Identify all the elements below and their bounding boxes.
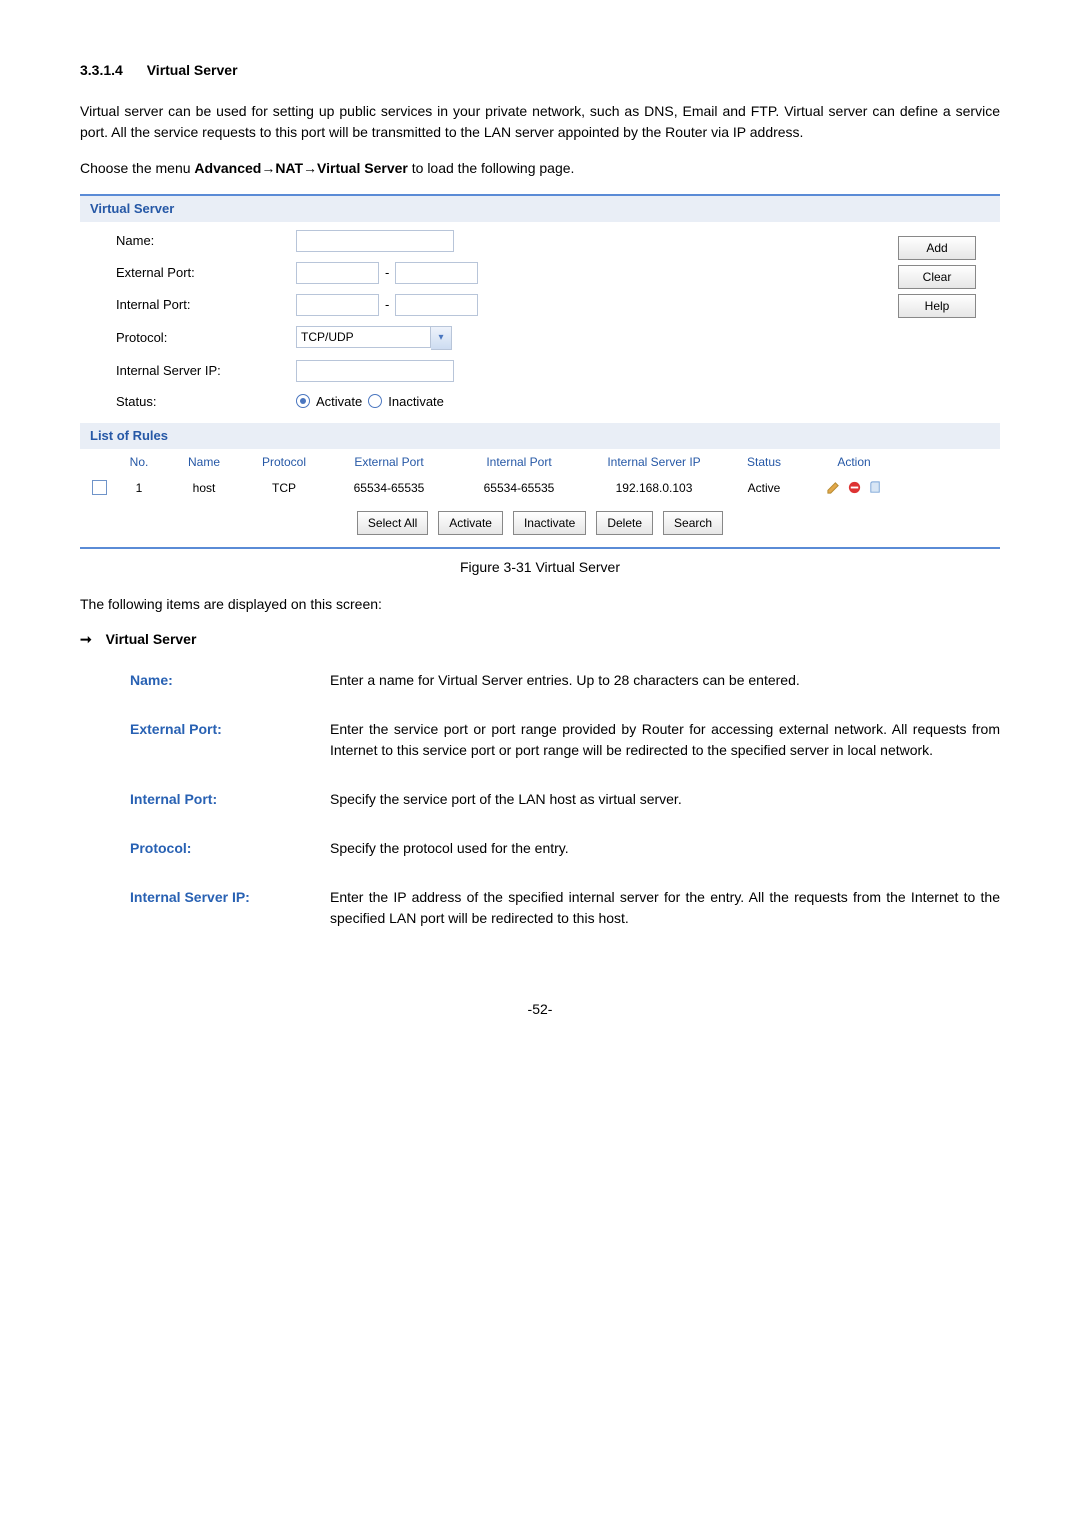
col-status: Status [724,453,804,471]
panel-title: Virtual Server [80,196,1000,222]
def-name-term: Name: [130,670,330,691]
col-external-port: External Port [324,453,454,471]
cell-internal-port: 65534-65535 [454,479,584,497]
col-no: No. [114,453,164,471]
col-internal-server-ip: Internal Server IP [584,453,724,471]
chevron-down-icon[interactable]: ▾ [431,326,452,350]
following-items-text: The following items are displayed on thi… [80,594,1000,615]
def-internal-port-term: Internal Port: [130,789,330,810]
protocol-select[interactable]: TCP/UDP ▾ [296,326,556,350]
delete-icon[interactable] [847,480,862,495]
section-number: 3.3.1.4 [80,62,123,78]
menu-path-line: Choose the menu Advanced→NAT→Virtual Ser… [80,158,1000,179]
name-label: Name: [116,231,296,251]
bullet-virtual-server: Virtual Server [80,629,1000,650]
cell-no: 1 [114,479,164,497]
external-port-label: External Port: [116,263,296,283]
status-activate-label: Activate [316,392,362,412]
internal-port-label: Internal Port: [116,295,296,315]
cell-protocol: TCP [244,479,324,497]
rules-header-row: No. Name Protocol External Port Internal… [80,449,1000,475]
delete-button[interactable]: Delete [596,511,653,535]
def-internal-server-ip-term: Internal Server IP: [130,887,330,908]
def-name-desc: Enter a name for Virtual Server entries.… [330,670,1000,691]
cell-external-port: 65534-65535 [324,479,454,497]
def-internal-server-ip-desc: Enter the IP address of the specified in… [330,887,1000,929]
rules-title: List of Rules [80,423,1000,449]
definition-list: Name: Enter a name for Virtual Server en… [130,670,1000,929]
table-row: 1 host TCP 65534-65535 65534-65535 192.1… [80,475,1000,501]
status-inactivate-radio[interactable] [368,394,382,408]
edit-icon[interactable] [826,480,841,495]
cell-status: Active [724,479,804,497]
activate-button[interactable]: Activate [438,511,503,535]
menu-path: Advanced→NAT→Virtual Server [194,160,407,176]
external-port-from-input[interactable] [296,262,379,284]
cell-name: host [164,479,244,497]
add-button[interactable]: Add [898,236,976,260]
name-input[interactable] [296,230,454,252]
col-action: Action [804,453,904,471]
figure-caption: Figure 3-31 Virtual Server [80,557,1000,578]
help-button[interactable]: Help [898,294,976,318]
menu-post: to load the following page. [408,160,575,176]
inactivate-button[interactable]: Inactivate [513,511,586,535]
internal-port-to-input[interactable] [395,294,478,316]
clear-button[interactable]: Clear [898,265,976,289]
external-port-to-input[interactable] [395,262,478,284]
def-external-port-desc: Enter the service port or port range pro… [330,719,1000,761]
menu-pre: Choose the menu [80,160,194,176]
bullet-label: Virtual Server [106,631,197,647]
protocol-value: TCP/UDP [296,326,431,348]
def-internal-port-desc: Specify the service port of the LAN host… [330,789,1000,810]
page-number: -52- [80,999,1000,1020]
col-protocol: Protocol [244,453,324,471]
info-icon[interactable] [868,480,883,495]
internal-port-from-input[interactable] [296,294,379,316]
status-label: Status: [116,392,296,412]
select-all-button[interactable]: Select All [357,511,428,535]
search-button[interactable]: Search [663,511,723,535]
cell-internal-server-ip: 192.168.0.103 [584,479,724,497]
row-checkbox[interactable] [92,480,107,495]
status-activate-radio[interactable] [296,394,310,408]
col-internal-port: Internal Port [454,453,584,471]
section-title: Virtual Server [147,62,238,78]
def-protocol-term: Protocol: [130,838,330,859]
internal-server-ip-label: Internal Server IP: [116,361,296,381]
protocol-label: Protocol: [116,328,296,348]
rules-toolbar: Select All Activate Inactivate Delete Se… [80,501,1000,547]
virtual-server-figure: Virtual Server Name: External Port: - In… [80,194,1000,549]
status-inactivate-label: Inactivate [388,392,444,412]
def-protocol-desc: Specify the protocol used for the entry. [330,838,1000,859]
col-name: Name [164,453,244,471]
def-external-port-term: External Port: [130,719,330,740]
internal-server-ip-input[interactable] [296,360,454,382]
intro-paragraph: Virtual server can be used for setting u… [80,101,1000,143]
